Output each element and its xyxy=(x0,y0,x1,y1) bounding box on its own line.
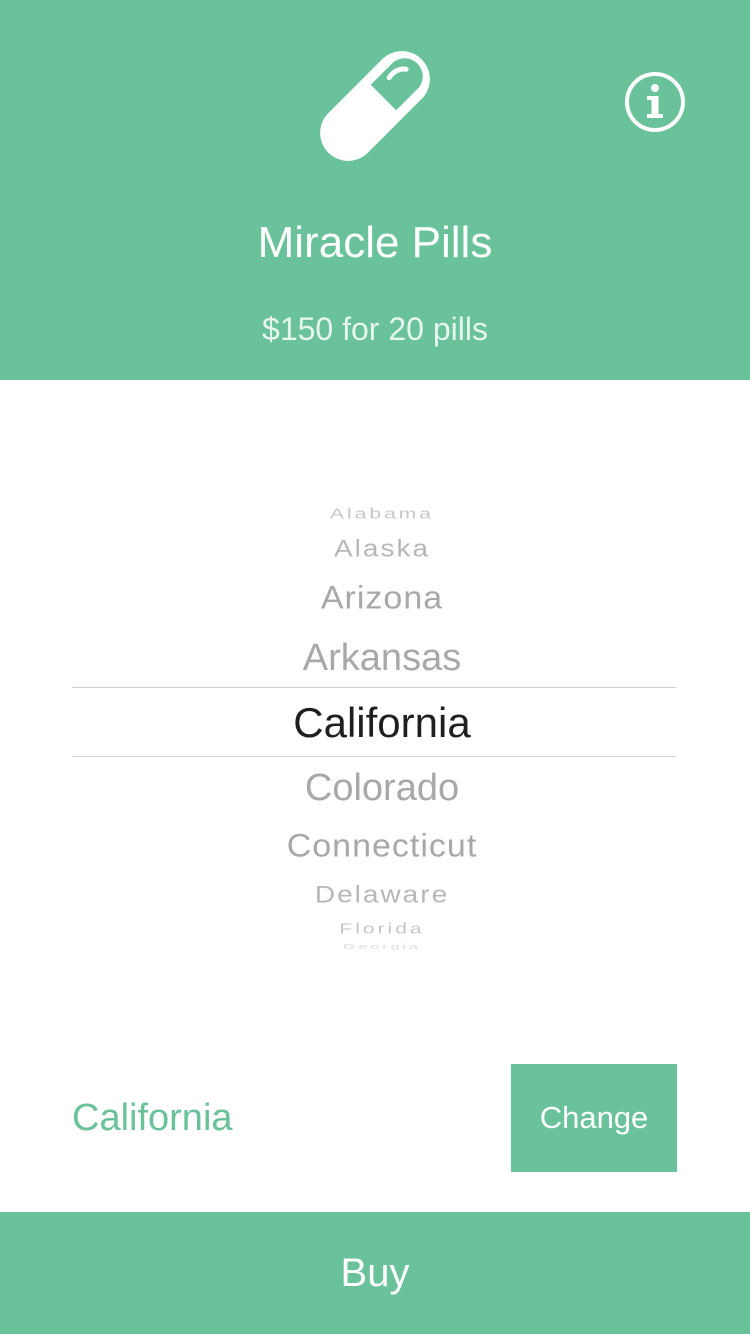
state-picker[interactable]: Alabama Alaska Arizona Arkansas Californ… xyxy=(72,490,676,960)
buy-button[interactable]: Buy xyxy=(0,1212,750,1334)
product-price: $150 for 20 pills xyxy=(262,311,488,347)
picker-item-arkansas[interactable]: Arkansas xyxy=(72,636,692,680)
change-button[interactable]: Change xyxy=(511,1064,677,1172)
product-title: Miracle Pills xyxy=(257,218,493,267)
product-header: Miracle Pills $150 for 20 pills xyxy=(0,0,750,380)
picker-item-delaware[interactable]: Delaware xyxy=(72,880,692,909)
picker-item-alabama[interactable]: Alabama xyxy=(72,504,692,524)
picker-selection-top-line xyxy=(72,687,676,688)
picker-item-colorado[interactable]: Colorado xyxy=(72,766,692,810)
selected-state-label: California xyxy=(72,1097,233,1139)
picker-item-florida[interactable]: Florida xyxy=(72,920,692,939)
picker-item-georgia[interactable]: Georgia xyxy=(72,943,692,951)
picker-item-california[interactable]: California xyxy=(72,698,692,748)
picker-item-connecticut[interactable]: Connecticut xyxy=(72,827,692,865)
picker-item-alaska[interactable]: Alaska xyxy=(72,534,692,563)
picker-selection-bottom-line xyxy=(72,756,676,757)
info-icon[interactable] xyxy=(623,70,687,134)
picker-item-arizona[interactable]: Arizona xyxy=(72,579,692,617)
pill-icon xyxy=(320,51,430,161)
